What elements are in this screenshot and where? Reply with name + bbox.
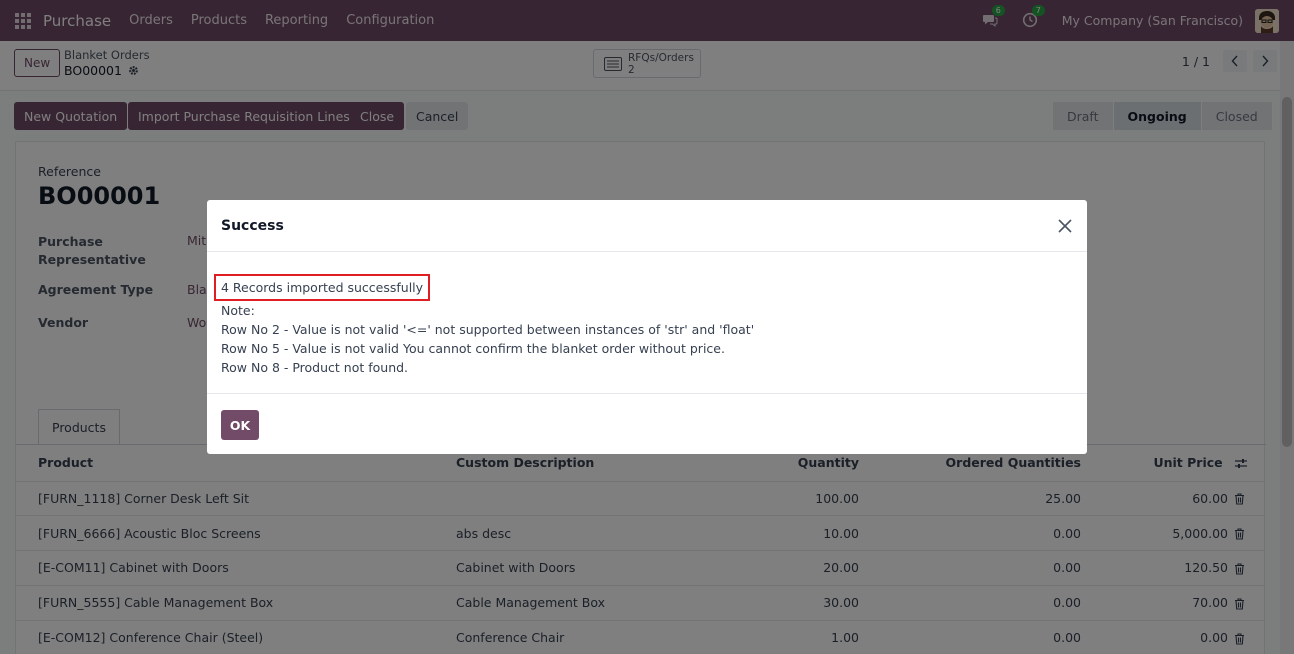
success-message: 4 Records imported successfully <box>214 274 431 301</box>
dialog-title: Success <box>221 217 284 234</box>
note-line: Row No 8 - Product not found. <box>221 360 409 375</box>
success-dialog: Success 4 Records imported successfully … <box>207 200 1087 454</box>
note-line: Row No 2 - Value is not valid '<=' not s… <box>221 322 755 337</box>
dialog-header: Success <box>207 200 1087 252</box>
note-line: Row No 5 - Value is not valid You cannot… <box>221 341 725 356</box>
close-icon[interactable] <box>1057 218 1073 234</box>
note-label: Note: <box>221 303 255 318</box>
dialog-body: 4 Records imported successfully Note: Ro… <box>207 252 1087 394</box>
dialog-footer: OK <box>207 394 1087 456</box>
ok-button[interactable]: OK <box>221 410 259 440</box>
